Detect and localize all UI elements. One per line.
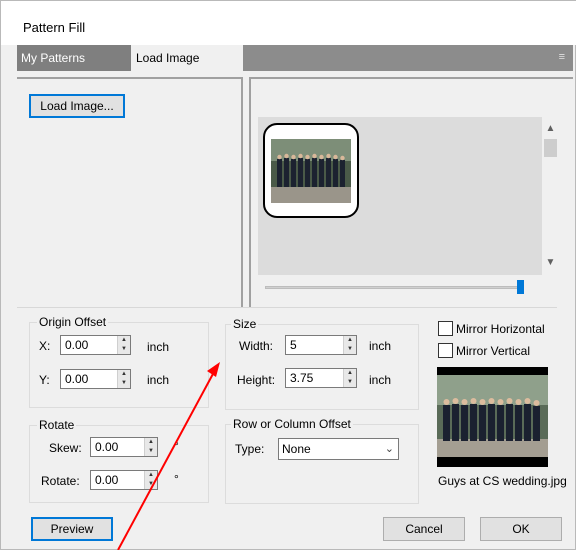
offset-type-select[interactable]: None ⌄	[278, 438, 399, 460]
origin-y-spin-buttons[interactable]: ▲ ▼	[117, 370, 130, 388]
rotate-angle-stepper[interactable]: 0.00 ▲ ▼	[90, 470, 158, 490]
tab-menu-icon[interactable]: ≡	[559, 51, 565, 63]
tab-strip: My Patterns Load Image ≡	[17, 45, 573, 71]
size-width-unit: inch	[369, 339, 392, 353]
size-height-label: Height:	[237, 373, 276, 387]
offset-type-label: Type:	[235, 442, 265, 456]
origin-x-stepper[interactable]: 0.00 ▲ ▼	[60, 335, 131, 355]
pattern-thumbnail[interactable]	[263, 123, 359, 218]
offset-type-value: None	[282, 442, 311, 456]
rotate-angle-label: Rotate:	[41, 474, 80, 488]
mirror-horizontal-checkbox[interactable]	[438, 321, 453, 336]
chevron-down-icon[interactable]: ▼	[542, 257, 559, 268]
thumbnail-photo	[271, 139, 351, 203]
rotate-angle-unit: °	[174, 472, 179, 486]
size-width-value: 5	[290, 338, 297, 352]
origin-x-unit: inch	[147, 340, 170, 354]
ok-button[interactable]: OK	[480, 517, 562, 541]
settings-section-border	[17, 307, 557, 308]
cancel-button[interactable]: Cancel	[383, 517, 465, 541]
rotate-angle-value: 0.00	[95, 473, 119, 487]
mirror-horizontal-label[interactable]: Mirror Horizontal	[456, 322, 545, 336]
right-panel-left-border	[249, 77, 251, 307]
origin-y-stepper[interactable]: 0.00 ▲ ▼	[60, 369, 131, 389]
size-height-unit: inch	[369, 373, 392, 387]
tab-my-patterns[interactable]: My Patterns	[17, 45, 131, 71]
right-panel-top-border	[249, 77, 573, 79]
mirror-vertical-checkbox[interactable]	[438, 343, 453, 358]
origin-y-label: Y:	[39, 373, 50, 387]
origin-x-value: 0.00	[65, 338, 89, 352]
size-height-stepper[interactable]: 3.75 ▲ ▼	[285, 368, 357, 388]
dropdown-chevron-down-icon[interactable]: ⌄	[385, 439, 394, 459]
origin-offset-label: Origin Offset	[37, 315, 109, 329]
skew-label: Skew:	[49, 441, 82, 455]
rotate-angle-spin-buttons[interactable]: ▲ ▼	[144, 471, 157, 489]
title-bar: Pattern Fill	[1, 1, 576, 45]
size-width-stepper[interactable]: 5 ▲ ▼	[285, 335, 357, 355]
skew-spin-buttons[interactable]: ▲ ▼	[144, 438, 157, 456]
size-width-spin-buttons[interactable]: ▲ ▼	[343, 336, 356, 354]
skew-unit: °	[174, 439, 179, 453]
image-filename: Guys at CS wedding.jpg	[438, 474, 567, 488]
scrollbar-thumb[interactable]	[544, 139, 557, 157]
origin-x-spin-buttons[interactable]: ▲ ▼	[117, 336, 130, 354]
panel-divider	[241, 77, 243, 307]
tab-strip-fill: ≡	[243, 45, 573, 71]
origin-y-value: 0.00	[65, 372, 89, 386]
load-image-button[interactable]: Load Image...	[29, 94, 125, 118]
origin-y-unit: inch	[147, 373, 170, 387]
skew-stepper[interactable]: 0.00 ▲ ▼	[90, 437, 158, 457]
skew-value: 0.00	[95, 440, 119, 454]
preview-slider-thumb[interactable]	[517, 280, 524, 294]
preview-vertical-scrollbar[interactable]: ▲ ▼	[542, 117, 559, 275]
size-label: Size	[231, 317, 259, 331]
size-height-value: 3.75	[290, 371, 314, 385]
loaded-photo	[437, 375, 548, 457]
preview-slider-track[interactable]	[265, 286, 520, 289]
loaded-image-preview	[437, 367, 548, 467]
pattern-fill-dialog: Pattern Fill My Patterns Load Image ≡ Lo…	[0, 0, 576, 550]
size-width-label: Width:	[239, 339, 274, 353]
preview-button[interactable]: Preview	[31, 517, 113, 541]
mirror-vertical-label[interactable]: Mirror Vertical	[456, 344, 530, 358]
row-column-offset-label: Row or Column Offset	[231, 417, 353, 431]
size-height-spin-buttons[interactable]: ▲ ▼	[343, 369, 356, 387]
row-column-offset-group	[225, 424, 419, 504]
origin-x-label: X:	[39, 339, 51, 353]
tab-load-image[interactable]: Load Image	[131, 45, 243, 71]
rotate-label: Rotate	[37, 418, 77, 432]
dialog-title: Pattern Fill	[23, 20, 86, 35]
chevron-up-icon[interactable]: ▲	[542, 123, 559, 134]
left-panel-top-border	[17, 77, 241, 79]
